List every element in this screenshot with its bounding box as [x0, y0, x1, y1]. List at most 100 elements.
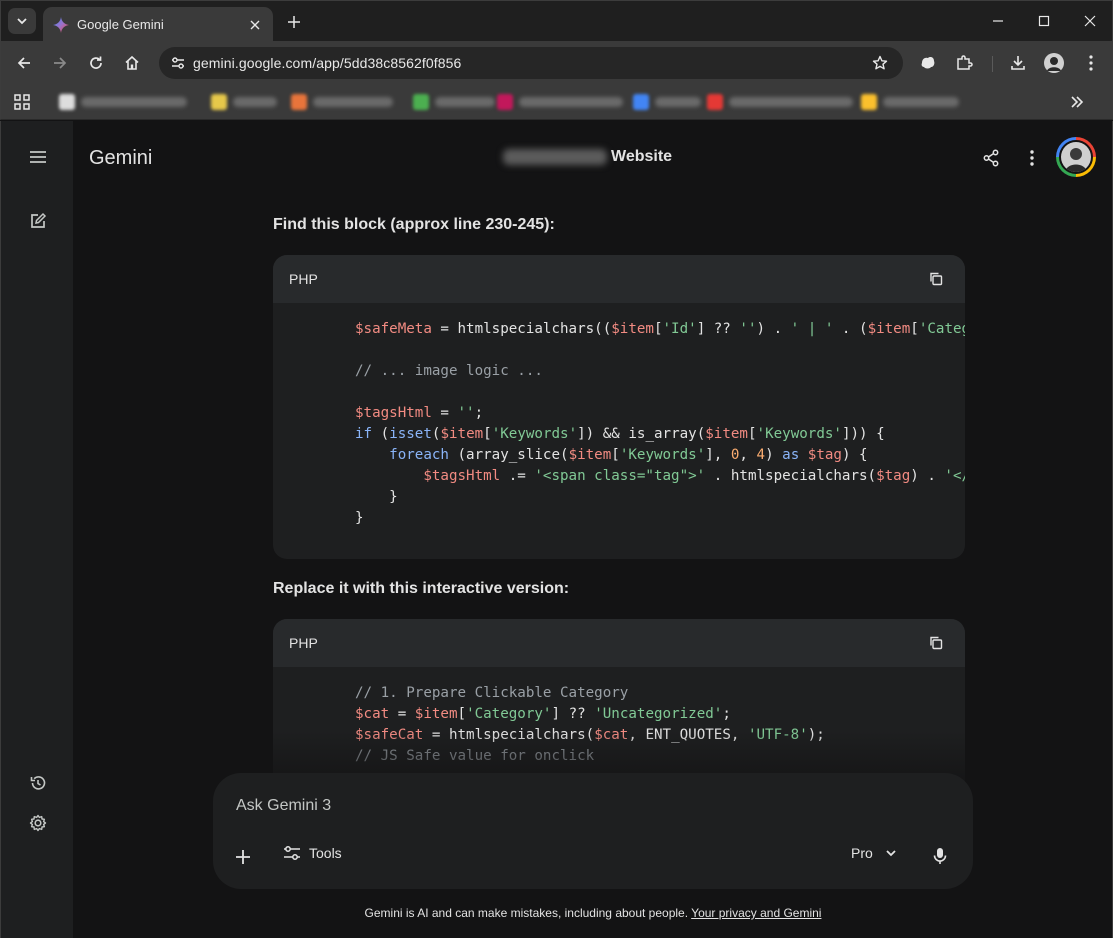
more-vert-icon	[1030, 150, 1034, 166]
minimize-icon	[993, 20, 1003, 22]
window-close-button[interactable]	[1077, 8, 1103, 34]
copy-icon	[930, 272, 943, 286]
bookmark-star-button[interactable]	[865, 55, 895, 71]
bookmark-item[interactable]	[707, 92, 853, 112]
chevron-down-icon	[886, 850, 896, 857]
tune-icon	[284, 846, 300, 860]
disclaimer-text: Gemini is AI and can make mistakes, incl…	[364, 906, 689, 920]
bookmark-favicon	[291, 94, 307, 110]
minimize-button[interactable]	[985, 8, 1011, 34]
url-text: gemini.google.com/app/5dd38c8562f0f856	[193, 55, 462, 71]
activity-button[interactable]	[25, 770, 51, 796]
tab-title: Google Gemini	[77, 17, 164, 32]
address-bar[interactable]: gemini.google.com/app/5dd38c8562f0f856	[159, 47, 903, 79]
microphone-icon	[933, 848, 947, 864]
back-button[interactable]	[11, 50, 37, 76]
maximize-button[interactable]	[1031, 8, 1057, 34]
tools-label: Tools	[309, 845, 342, 861]
gear-icon	[29, 814, 47, 832]
person-icon	[1061, 142, 1091, 172]
disclaimer: Gemini is AI and can make mistakes, incl…	[73, 906, 1112, 920]
redacted-name	[503, 149, 607, 165]
voice-input-button[interactable]	[928, 844, 952, 868]
bookmark-item[interactable]	[211, 92, 277, 112]
code-block-header: PHP	[273, 255, 965, 303]
browser-menu-button[interactable]	[1078, 50, 1104, 76]
plus-icon	[288, 16, 300, 28]
maximize-icon	[1038, 15, 1050, 27]
more-options-button[interactable]	[1019, 145, 1045, 171]
brand-title[interactable]: Gemini	[89, 147, 152, 170]
main-menu-button[interactable]	[25, 144, 51, 170]
bookmark-item[interactable]	[861, 92, 959, 112]
apps-grid-icon[interactable]	[13, 93, 31, 111]
more-vert-icon	[1089, 55, 1093, 71]
puzzle-icon	[957, 55, 973, 70]
toolbar-divider	[992, 56, 993, 72]
browser-tabstrip: Google Gemini	[0, 0, 1113, 42]
close-icon	[1084, 15, 1096, 27]
avatar-photo	[1059, 140, 1093, 174]
account-avatar[interactable]	[1056, 137, 1096, 177]
gemini-sparkle-icon	[53, 16, 69, 33]
code-line: $tagsHtml .= '<span class="tag">' . html…	[423, 468, 965, 484]
share-button[interactable]	[978, 145, 1004, 171]
settings-button[interactable]	[25, 810, 51, 836]
bookmark-item[interactable]	[59, 92, 187, 112]
bookmark-item[interactable]	[291, 92, 393, 112]
extension-button[interactable]	[915, 50, 941, 76]
bookmark-item[interactable]	[413, 92, 495, 112]
bookmark-label-blurred	[81, 97, 187, 107]
bookmark-label-blurred	[729, 97, 853, 107]
extensions-button[interactable]	[951, 50, 977, 76]
home-icon	[125, 55, 139, 70]
menu-icon	[30, 151, 46, 163]
new-chat-button[interactable]	[25, 208, 51, 234]
code-line: $safeMeta = htmlspecialchars(($item['Id'…	[355, 321, 965, 337]
history-icon	[30, 776, 46, 790]
plus-icon	[236, 850, 250, 864]
profile-button[interactable]	[1041, 50, 1067, 76]
bookmark-label-blurred	[655, 97, 701, 107]
download-icon	[1011, 56, 1025, 70]
arrow-left-icon	[17, 57, 30, 69]
bookmark-label-blurred	[435, 97, 495, 107]
prompt-input[interactable]: Ask Gemini 3	[236, 797, 331, 815]
privacy-link[interactable]: Your privacy and Gemini	[691, 906, 821, 920]
bookmarks-bar	[0, 85, 1113, 120]
arrow-right-icon	[54, 57, 67, 69]
bookmark-favicon	[861, 94, 877, 110]
close-icon	[250, 20, 260, 29]
response-heading-2: Replace it with this interactive version…	[273, 580, 570, 597]
reload-button[interactable]	[83, 50, 109, 76]
code-line: $cat = $item['Category'] ?? 'Uncategoriz…	[355, 706, 731, 722]
conversation-title: Website	[503, 148, 672, 166]
bookmark-favicon	[707, 94, 723, 110]
copy-code-button[interactable]	[923, 630, 949, 656]
tab-search-button[interactable]	[8, 8, 36, 34]
bookmark-item[interactable]	[497, 92, 623, 112]
copy-code-button[interactable]	[923, 266, 949, 292]
downloads-button[interactable]	[1005, 50, 1031, 76]
site-info-button[interactable]	[163, 55, 193, 71]
bookmark-favicon	[633, 94, 649, 110]
forward-button[interactable]	[47, 50, 73, 76]
browser-tab-active[interactable]: Google Gemini	[43, 7, 273, 42]
code-line: }	[355, 510, 364, 526]
prompt-composer[interactable]: Ask Gemini 3 Tools Pro	[213, 773, 973, 889]
code-line: if (isset($item['Keywords']) && is_array…	[355, 426, 885, 442]
add-attachment-button[interactable]	[231, 845, 255, 869]
tools-button[interactable]: Tools	[283, 845, 342, 861]
chat-main: Gemini Website Find this block (approx l…	[73, 121, 1113, 938]
code-line: $tagsHtml = '';	[355, 405, 484, 421]
code-line: foreach (array_slice($item['Keywords'], …	[389, 447, 868, 463]
tune-icon	[172, 57, 184, 69]
model-picker[interactable]: Pro	[851, 845, 897, 861]
bookmark-item[interactable]	[633, 92, 701, 112]
new-tab-button[interactable]	[283, 11, 305, 33]
tab-close-button[interactable]	[245, 15, 265, 35]
home-button[interactable]	[119, 50, 145, 76]
double-chevron-right-icon[interactable]	[1068, 93, 1086, 111]
